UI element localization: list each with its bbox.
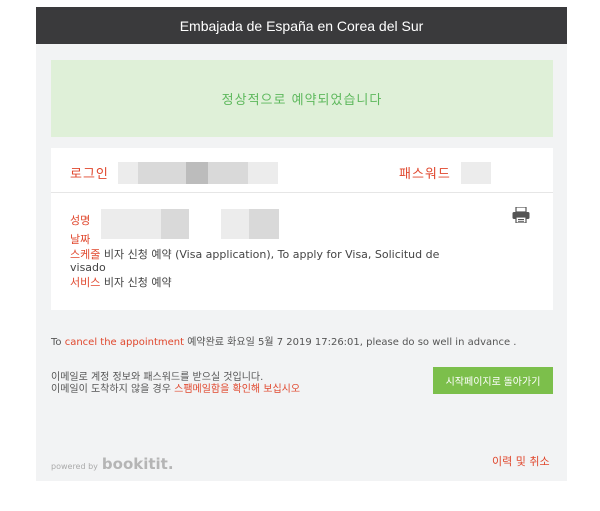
service-value: 비자 신청 예약 [103,276,172,289]
notice-text: 예약완료 화요일 5월 7 2019 17:26:01, please do s… [184,337,517,348]
booking-frame: Embajada de España en Corea del Sur 정상적으… [36,7,567,481]
cancel-appointment-link[interactable]: cancel the appointment [65,337,184,348]
name-label: 성명 [70,214,91,227]
appointment-card: 로그인 패스워드 성명 날짜 스케줄 비자 신청 예약 (Visa applic… [51,148,553,310]
powered-by: powered by bookitit. [51,455,174,473]
redacted-login [138,162,186,184]
redacted-login [186,162,208,184]
redacted-name [161,209,189,239]
redacted-password [461,162,491,184]
powered-by-label: powered by [51,462,98,471]
redacted-login [208,162,248,184]
history-cancel-link[interactable]: 이력 및 취소 [492,453,550,469]
login-label: 로그인 [70,167,109,182]
schedule-row: 스케줄 비자 신청 예약 (Visa application), To appl… [70,248,470,274]
start-page-button[interactable]: 시작페이지로 돌아가기 [433,367,553,394]
cancel-notice: To cancel the appointment 예약완료 화요일 5월 7 … [51,333,516,348]
header-title: Embajada de España en Corea del Sur [179,17,424,34]
redacted-name [221,209,249,239]
redacted-name [249,209,279,239]
service-row: 서비스 비자 신청 예약 [70,276,172,289]
schedule-label: 스케줄 [70,248,101,261]
bookitit-logo: bookitit. [101,455,174,473]
header-bar: Embajada de España en Corea del Sur [36,7,567,44]
card-divider [51,192,553,193]
redacted-name [101,209,161,239]
mail-note: 이메일로 계정 정보와 패스워드를 받으실 것입니다. 이메일이 도착하지 않을… [51,372,300,396]
spam-check-text: 스팸메일함을 확인해 보십시오 [174,384,301,395]
date-row: 날짜 [70,233,90,246]
mail-note-line1: 이메일로 계정 정보와 패스워드를 받으실 것입니다. [51,372,264,383]
success-banner: 정상적으로 예약되었습니다 [51,60,553,137]
redacted-login [118,162,138,184]
name-row: 성명 [70,214,90,227]
password-label: 패스워드 [399,167,451,182]
service-label: 서비스 [70,276,101,289]
printer-icon[interactable] [512,207,530,223]
schedule-value-cont: visado [70,261,106,274]
mail-note-line2: 이메일이 도착하지 않을 경우 [51,384,175,395]
schedule-value: 비자 신청 예약 (Visa application), To apply fo… [103,248,440,261]
success-message: 정상적으로 예약되었습니다 [221,93,383,108]
notice-prefix: To [51,337,65,348]
date-label: 날짜 [70,233,91,246]
redacted-login [248,162,278,184]
